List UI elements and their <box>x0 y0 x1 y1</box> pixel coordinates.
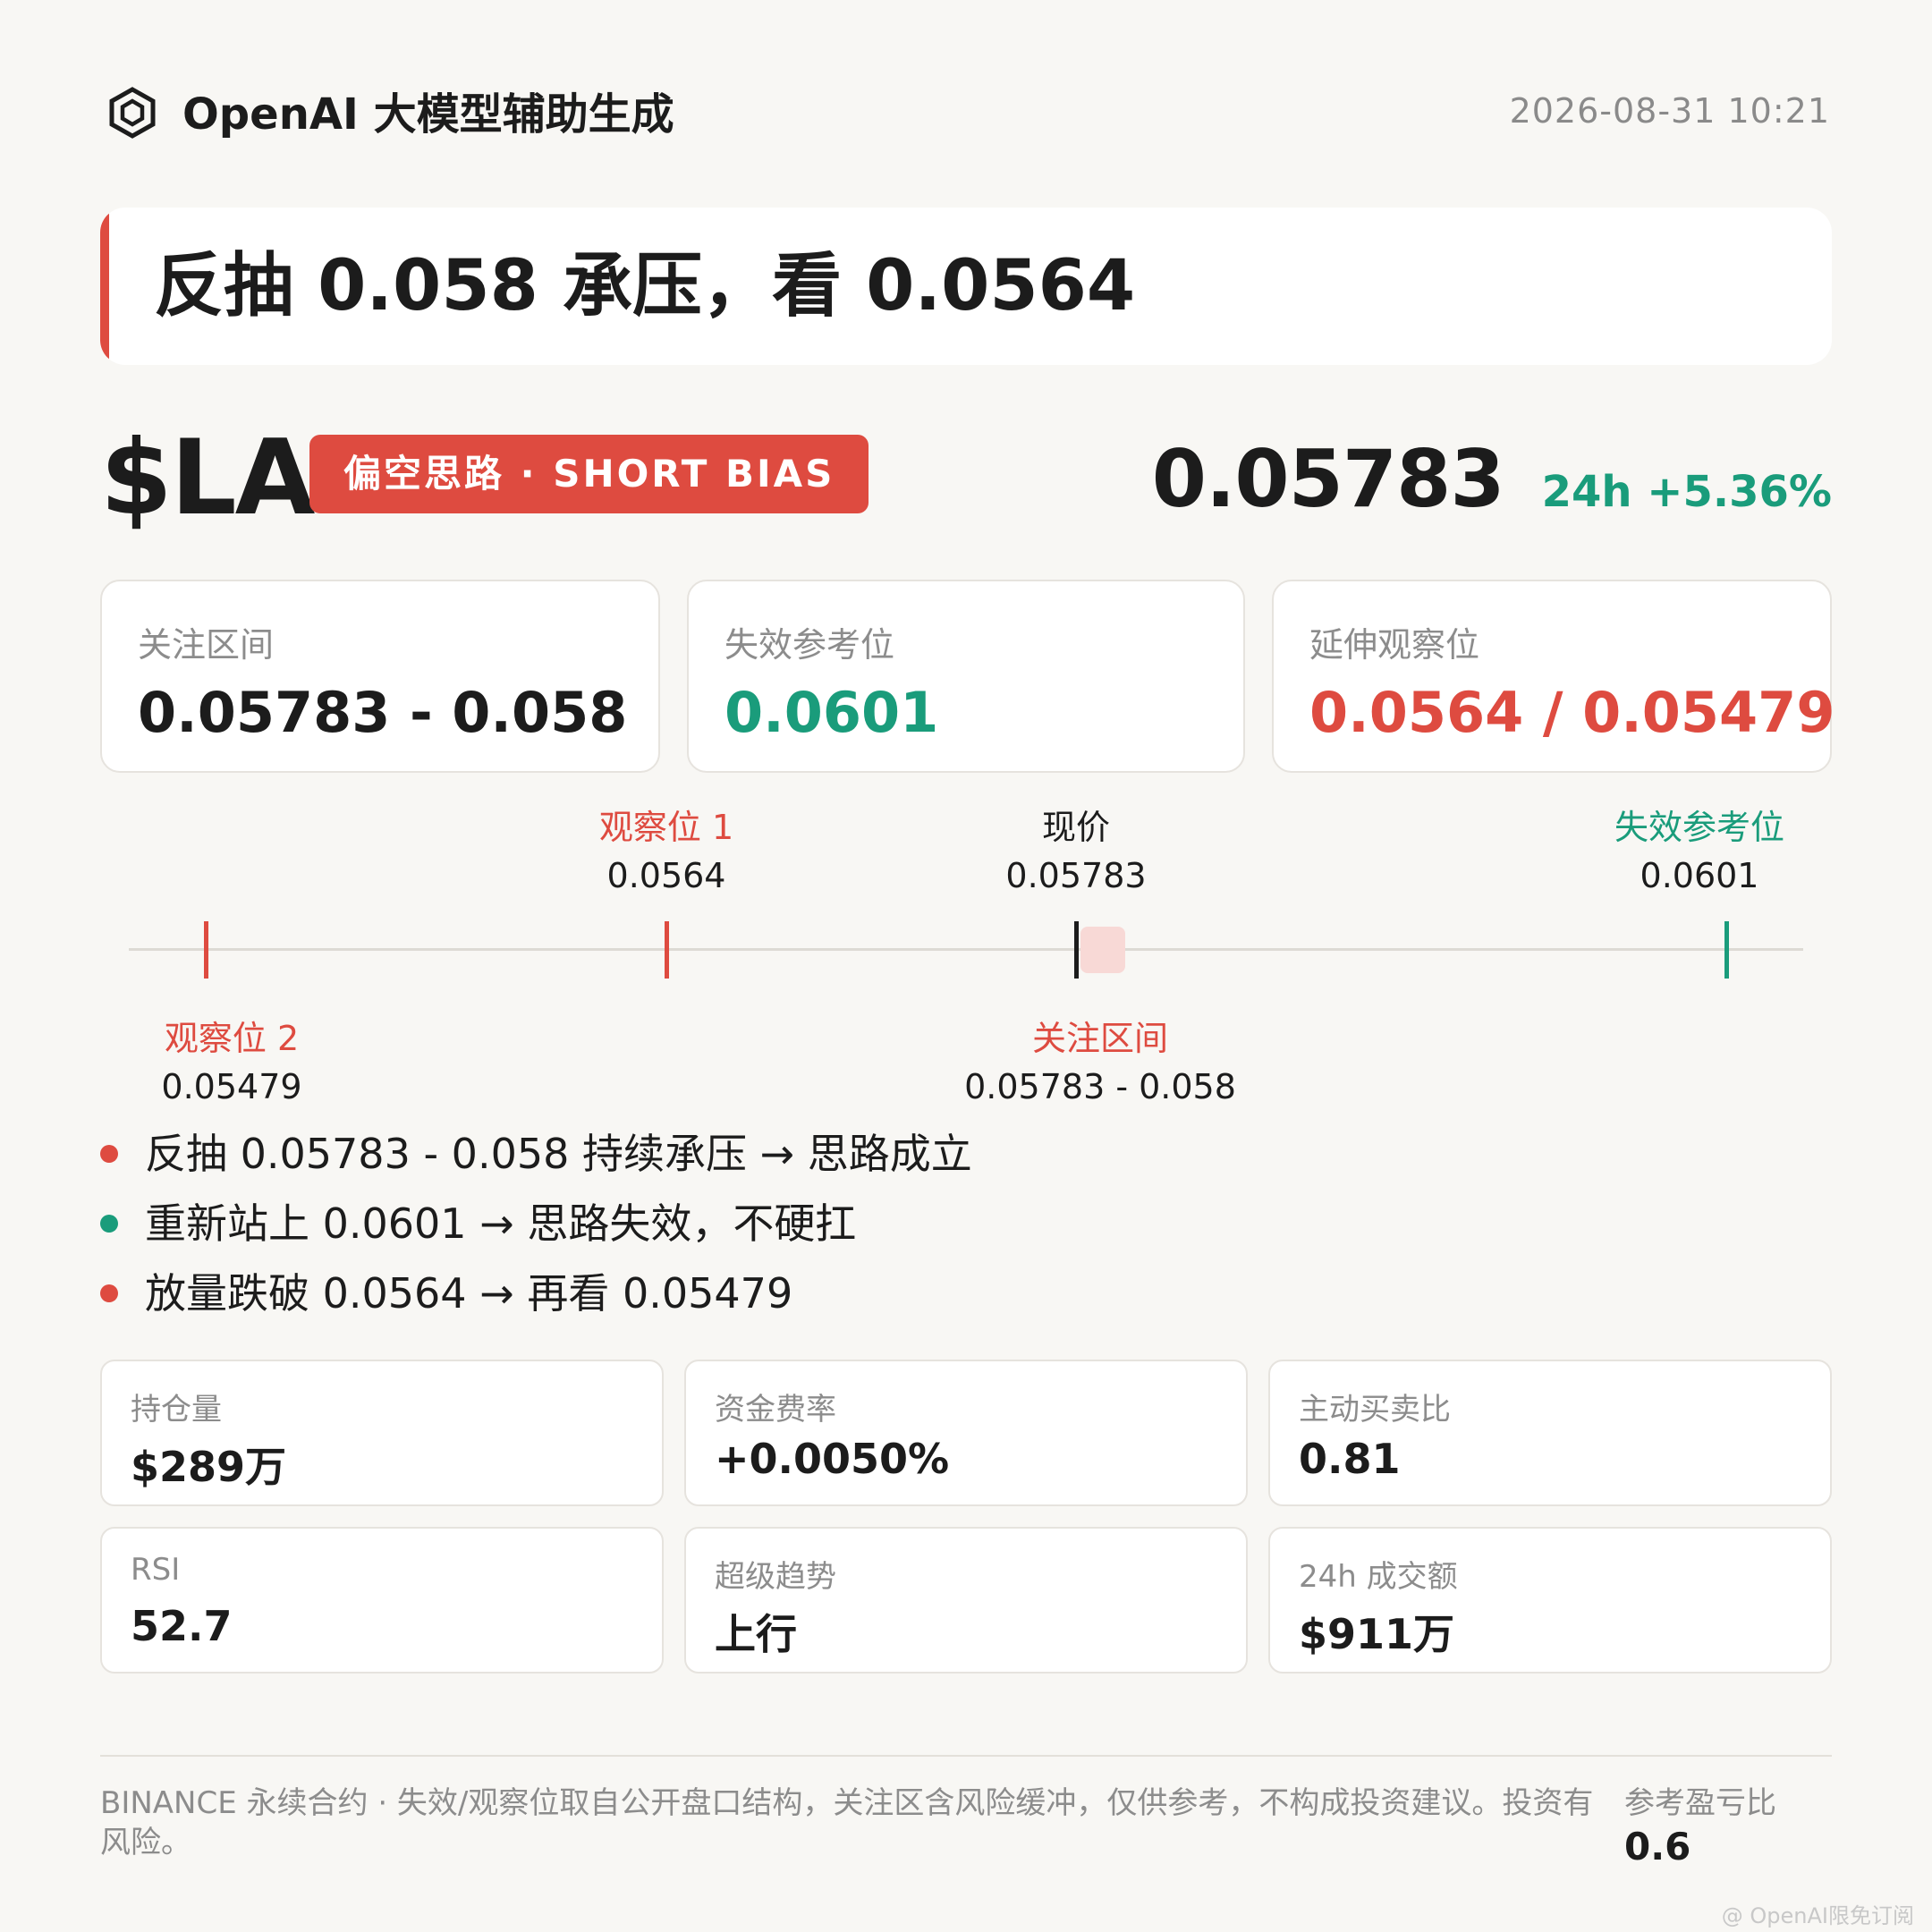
level-card-label: 延伸观察位 <box>1309 625 1480 665</box>
tick-invalidation <box>1724 921 1729 979</box>
timestamp: 2026-08-31 10:21 <box>1509 91 1830 131</box>
level-card-value: 0.05783 - 0.058 <box>138 680 628 745</box>
scenario-text: 放量跌破 0.0564 → 再看 0.05479 <box>145 1269 793 1318</box>
footer-divider <box>100 1755 1832 1757</box>
stat-taker-ratio: 主动买卖比 0.81 <box>1268 1360 1832 1506</box>
map-value-target2: 0.05479 <box>161 1067 302 1106</box>
brand-title: OpenAI 大模型辅助生成 <box>182 89 674 140</box>
level-card-value: 0.0601 <box>724 680 939 745</box>
map-value-current: 0.05783 <box>1005 856 1147 895</box>
focus-zone-band <box>1080 927 1125 973</box>
scenario-item: 反抽 0.05783 - 0.058 持续承压 → 思路成立 <box>100 1125 972 1182</box>
map-value-target1: 0.0564 <box>606 856 726 895</box>
headline: 反抽 0.058 承压，看 0.0564 <box>154 246 1136 326</box>
tick-current-price <box>1074 921 1079 979</box>
scenario-item: 放量跌破 0.0564 → 再看 0.05479 <box>100 1265 792 1322</box>
map-value-zone: 0.05783 - 0.058 <box>964 1067 1236 1106</box>
tick-target2 <box>204 921 208 979</box>
map-value-invalidation: 0.0601 <box>1640 856 1759 895</box>
stat-label: 超级趋势 <box>715 1559 836 1595</box>
map-label-zone: 关注区间 <box>1031 1019 1169 1058</box>
level-card-label: 关注区间 <box>138 625 275 665</box>
price-change: 24h +5.36% <box>1541 467 1832 517</box>
stat-24h-volume: 24h 成交额 $911万 <box>1268 1527 1832 1674</box>
level-card-label: 失效参考位 <box>724 625 895 665</box>
watermark: @ OpenAI限免订阅 <box>1721 1903 1914 1928</box>
stat-funding-rate: 资金费率 +0.0050% <box>684 1360 1248 1506</box>
stat-value: $911万 <box>1299 1610 1455 1658</box>
stat-value: 上行 <box>715 1610 797 1658</box>
headline-card: 反抽 0.058 承压，看 0.0564 <box>100 208 1832 365</box>
red-bullet-icon <box>100 1284 118 1302</box>
scenario-text: 重新站上 0.0601 → 思路失效，不硬扛 <box>145 1199 857 1248</box>
stat-label: 持仓量 <box>131 1392 222 1428</box>
stat-value: $289万 <box>131 1443 287 1491</box>
stat-label: 24h 成交额 <box>1299 1559 1458 1595</box>
stat-label: 资金费率 <box>715 1392 836 1428</box>
level-card-invalidation: 失效参考位 0.0601 <box>687 580 1245 773</box>
map-label-target1: 观察位 1 <box>598 808 734 847</box>
scenario-item: 重新站上 0.0601 → 思路失效，不硬扛 <box>100 1195 856 1252</box>
map-label-current: 现价 <box>1041 808 1111 847</box>
stat-value: +0.0050% <box>715 1435 950 1483</box>
stat-label: 主动买卖比 <box>1299 1392 1451 1428</box>
scenario-text: 反抽 0.05783 - 0.058 持续承压 → 思路成立 <box>145 1130 972 1178</box>
stat-supertrend: 超级趋势 上行 <box>684 1527 1248 1674</box>
risk-reward-value: 0.6 <box>1624 1825 1691 1868</box>
map-label-invalidation: 失效参考位 <box>1614 808 1785 847</box>
stat-value: 52.7 <box>131 1602 233 1650</box>
bias-badge: 偏空思路 · SHORT BIAS <box>309 435 869 513</box>
stat-label: RSI <box>131 1552 181 1588</box>
ticker-symbol: $LA <box>100 418 315 538</box>
level-axis <box>129 948 1803 951</box>
level-card-extension: 延伸观察位 0.0564 / 0.05479 <box>1272 580 1835 773</box>
red-bullet-icon <box>100 1144 118 1163</box>
hexagon-logo-icon <box>109 87 156 139</box>
level-card-value: 0.0564 / 0.05479 <box>1309 680 1835 745</box>
level-card-focus-zone: 关注区间 0.05783 - 0.058 <box>100 580 660 773</box>
risk-reward-label: 参考盈亏比 <box>1624 1785 1776 1821</box>
current-price: 0.05783 <box>1151 433 1505 525</box>
headline-accent-bar <box>100 208 109 365</box>
price-block: 0.05783 24h +5.36% <box>1152 433 1832 525</box>
map-label-target2: 观察位 2 <box>164 1019 300 1058</box>
stat-open-interest: 持仓量 $289万 <box>100 1360 664 1506</box>
green-bullet-icon <box>100 1214 118 1233</box>
stat-rsi: RSI 52.7 <box>100 1527 664 1674</box>
tick-target1 <box>665 921 669 979</box>
disclaimer: BINANCE 永续合约 · 失效/观察位取自公开盘口结构，关注区含风险缓冲，仅… <box>100 1785 1594 1860</box>
stat-value: 0.81 <box>1299 1435 1401 1483</box>
